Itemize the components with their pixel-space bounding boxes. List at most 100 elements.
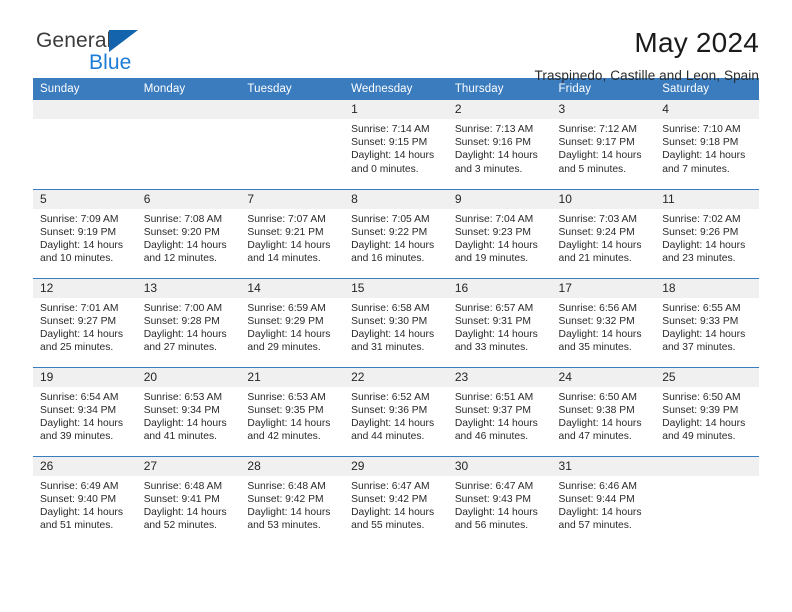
calendar-day-cell[interactable]: 26 Sunrise: 6:49 AM Sunset: 9:40 PM Dayligh… [33,455,137,546]
calendar-day-cell[interactable]: 19 Sunrise: 6:54 AM Sunset: 9:34 PM Dayligh… [33,366,137,456]
calendar-day-cell[interactable]: 6 Sunrise: 7:08 AM Sunset: 9:20 PM Daylight… [136,188,241,278]
calendar-day-cell[interactable]: 20 Sunrise: 6:53 AM Sunset: 9:34 PM Dayligh… [136,366,241,456]
daylight-duration-line1: Daylight: 14 hours [247,417,331,429]
calendar-day-cell-empty [33,100,137,189]
calendar-day-cell[interactable]: 29 Sunrise: 6:47 AM Sunset: 9:42 PM Dayligh… [344,455,448,546]
sunrise-time: Sunrise: 6:53 AM [247,391,326,403]
calendar-day-cell[interactable]: 14 Sunrise: 6:59 AM Sunset: 9:29 PM Dayligh… [240,277,345,367]
day-number: 20 [136,367,241,387]
sunrise-time: Sunrise: 7:10 AM [662,124,741,135]
sunset-time: Sunset: 9:34 PM [143,404,220,416]
day-cell-content: 12 Sunrise: 7:01 AM Sunset: 9:27 PM Dayligh… [33,278,137,367]
calendar-day-cell[interactable]: 17 Sunrise: 6:56 AM Sunset: 9:32 PM Dayligh… [551,277,656,367]
sunset-time: Sunset: 9:30 PM [351,315,428,327]
calendar-day-cell[interactable]: 10 Sunrise: 7:03 AM Sunset: 9:24 PM Dayligh… [551,188,656,278]
daylight-duration-line2: and 41 minutes. [143,431,217,443]
day-sun-info: Sunrise: 7:09 AM Sunset: 9:19 PM Daylight:… [33,209,137,266]
daylight-duration-line2: and 42 minutes. [247,431,321,443]
calendar-day-cell[interactable]: 18 Sunrise: 6:55 AM Sunset: 9:33 PM Dayligh… [655,277,759,367]
day-cell-content: 17 Sunrise: 6:56 AM Sunset: 9:32 PM Dayligh… [551,278,656,367]
sunrise-time: Sunrise: 6:57 AM [454,302,534,314]
day-number: 13 [136,278,241,298]
calendar-day-cell[interactable]: 1 Sunrise: 7:14 AM Sunset: 9:15 PM Daylight… [344,100,448,189]
calendar-day-cell[interactable]: 2 Sunrise: 7:13 AM Sunset: 9:16 PM Daylight… [447,100,552,189]
calendar-day-cell[interactable]: 31 Sunrise: 6:46 AM Sunset: 9:44 PM Dayligh… [551,455,656,545]
day-cell-content: 2 Sunrise: 7:13 AM Sunset: 9:16 PM Daylight… [447,100,552,189]
calendar-day-cell[interactable]: 24 Sunrise: 6:50 AM Sunset: 9:38 PM Dayligh… [551,366,656,456]
daylight-duration-line2: and 33 minutes. [454,342,529,354]
day-sun-info: Sunrise: 6:59 AM Sunset: 9:29 PM Daylight:… [240,298,344,355]
calendar-day-cell[interactable]: 30 Sunrise: 6:47 AM Sunset: 9:43 PM Dayligh… [447,455,552,545]
calendar-day-cell[interactable]: 13 Sunrise: 7:00 AM Sunset: 9:28 PM Dayligh… [136,277,241,367]
sunrise-time: Sunrise: 7:00 AM [143,302,223,314]
calendar-day-cell[interactable]: 11 Sunrise: 7:02 AM Sunset: 9:26 PM Dayligh… [655,188,759,278]
sunset-time: Sunset: 9:38 PM [558,404,635,416]
page-title: May 2024 [634,27,759,58]
day-sun-info: Sunrise: 6:57 AM Sunset: 9:31 PM Daylight:… [448,298,552,355]
sunset-time: Sunset: 9:31 PM [454,315,531,327]
daylight-duration-line2: and 49 minutes. [662,431,736,443]
calendar-day-cell[interactable]: 7 Sunrise: 7:07 AM Sunset: 9:21 PM Daylight… [240,188,345,278]
day-cell-content: 16 Sunrise: 6:57 AM Sunset: 9:31 PM Dayligh… [447,278,552,367]
weekday-header-monday: Monday [136,78,241,100]
calendar-day-cell-empty [136,100,241,189]
sunrise-time: Sunrise: 6:50 AM [558,391,637,403]
daylight-duration-line1: Daylight: 14 hours [247,328,331,340]
daylight-duration-line2: and 46 minutes. [454,431,529,443]
day-cell-content: 7 Sunrise: 7:07 AM Sunset: 9:21 PM Daylight… [240,189,345,278]
daylight-duration-line2: and 37 minutes. [662,342,736,354]
sunrise-time: Sunrise: 7:02 AM [662,213,741,225]
sunrise-time: Sunrise: 6:46 AM [558,480,637,492]
daylight-duration-line1: Daylight: 14 hours [454,150,538,162]
daylight-duration-line2: and 7 minutes. [662,163,730,175]
sunset-time: Sunset: 9:34 PM [40,404,117,416]
daylight-duration-line1: Daylight: 14 hours [558,417,642,429]
calendar-day-cell[interactable]: 5 Sunrise: 7:09 AM Sunset: 9:19 PM Daylight… [33,188,137,278]
sunrise-time: Sunrise: 6:47 AM [351,480,430,492]
daylight-duration-line2: and 44 minutes. [351,431,425,443]
daylight-duration-line2: and 51 minutes. [40,520,114,532]
day-cell-content: 26 Sunrise: 6:49 AM Sunset: 9:40 PM Dayligh… [33,456,137,546]
day-sun-info: Sunrise: 6:58 AM Sunset: 9:30 PM Daylight:… [344,298,448,355]
daylight-duration-line1: Daylight: 14 hours [558,239,642,251]
day-sun-info: Sunrise: 6:50 AM Sunset: 9:39 PM Daylight:… [655,387,759,444]
calendar-day-cell[interactable]: 22 Sunrise: 6:52 AM Sunset: 9:36 PM Dayligh… [344,366,448,456]
day-sun-info: Sunrise: 6:48 AM Sunset: 9:41 PM Daylight:… [137,476,241,533]
sunrise-time: Sunrise: 6:48 AM [143,480,223,492]
calendar-day-cell[interactable]: 16 Sunrise: 6:57 AM Sunset: 9:31 PM Dayligh… [447,277,552,367]
sunset-time: Sunset: 9:36 PM [351,404,428,416]
daylight-duration-line2: and 19 minutes. [454,253,529,265]
calendar-day-cell[interactable]: 23 Sunrise: 6:51 AM Sunset: 9:37 PM Dayligh… [447,366,552,456]
sunrise-time: Sunrise: 6:51 AM [454,391,534,403]
daylight-duration-line2: and 21 minutes. [558,253,632,265]
day-number: 16 [447,278,552,298]
calendar-week-row: 19 Sunrise: 6:54 AM Sunset: 9:34 PM Dayligh… [33,366,759,456]
calendar-week-row: 26 Sunrise: 6:49 AM Sunset: 9:40 PM Dayligh… [33,455,759,546]
logo-text-general: General [36,29,112,52]
sunrise-sunset-calendar: Sunday Monday Tuesday Wednesday Thursday… [33,78,759,545]
sunrise-time: Sunrise: 6:53 AM [143,391,223,403]
daylight-duration-line2: and 29 minutes. [247,342,321,354]
day-cell-content: 25 Sunrise: 6:50 AM Sunset: 9:39 PM Dayligh… [655,367,759,456]
calendar-day-cell[interactable]: 12 Sunrise: 7:01 AM Sunset: 9:27 PM Dayligh… [33,277,137,367]
day-number: 30 [447,456,552,476]
sunrise-time: Sunrise: 6:50 AM [662,391,741,403]
calendar-day-cell[interactable]: 27 Sunrise: 6:48 AM Sunset: 9:41 PM Dayligh… [136,455,241,545]
calendar-day-cell[interactable]: 9 Sunrise: 7:04 AM Sunset: 9:23 PM Daylight… [447,188,552,278]
calendar-day-cell[interactable]: 8 Sunrise: 7:05 AM Sunset: 9:22 PM Daylight… [344,188,448,278]
daylight-duration-line2: and 39 minutes. [40,431,114,443]
day-cell-content: 3 Sunrise: 7:12 AM Sunset: 9:17 PM Daylight… [551,100,656,189]
calendar-day-cell[interactable]: 25 Sunrise: 6:50 AM Sunset: 9:39 PM Dayligh… [655,366,759,456]
calendar-day-cell[interactable]: 3 Sunrise: 7:12 AM Sunset: 9:17 PM Daylight… [551,100,656,189]
sunrise-time: Sunrise: 7:12 AM [558,124,637,135]
day-sun-info: Sunrise: 6:50 AM Sunset: 9:38 PM Daylight:… [552,387,656,444]
daylight-duration-line1: Daylight: 14 hours [662,417,746,429]
daylight-duration-line1: Daylight: 14 hours [558,328,642,340]
calendar-day-cell[interactable]: 21 Sunrise: 6:53 AM Sunset: 9:35 PM Dayligh… [240,366,345,456]
calendar-day-cell[interactable]: 28 Sunrise: 6:48 AM Sunset: 9:42 PM Dayligh… [240,455,345,545]
daylight-duration-line2: and 31 minutes. [351,342,425,354]
calendar-day-cell[interactable]: 4 Sunrise: 7:10 AM Sunset: 9:18 PM Daylight… [655,100,759,189]
day-cell-content: 29 Sunrise: 6:47 AM Sunset: 9:42 PM Dayligh… [344,456,448,546]
day-number: 5 [33,189,137,209]
calendar-day-cell[interactable]: 15 Sunrise: 6:58 AM Sunset: 9:30 PM Dayligh… [344,277,448,367]
